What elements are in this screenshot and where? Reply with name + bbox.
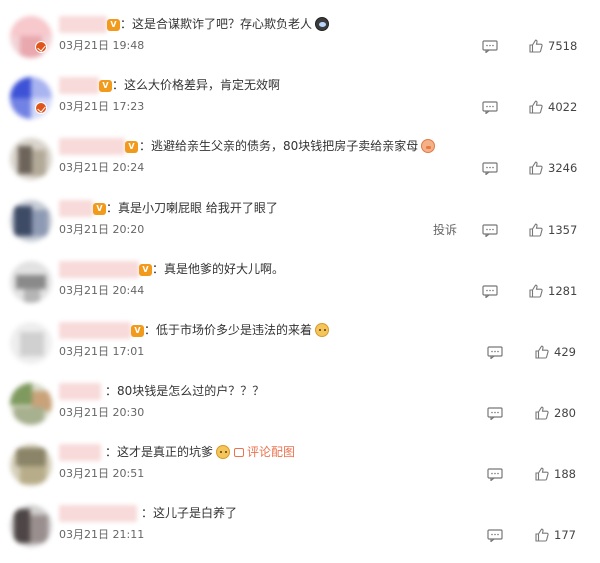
avatar[interactable]: [10, 322, 52, 364]
verified-badge-icon: [35, 41, 47, 53]
vip-badge-icon: V: [139, 264, 152, 276]
avatar[interactable]: [10, 16, 52, 58]
thumbs-up-icon: [535, 528, 549, 542]
thumbs-up-icon: [529, 39, 543, 53]
comment-item: V ：逃避给亲生父亲的债务，80块钱把房子卖给亲家母 03月21日 20:24 …: [0, 136, 600, 196]
comment-text: ：低于市场价多少是违法的来着: [144, 322, 330, 339]
comment-text: ：这么大价格差异，肯定无效啊: [112, 78, 281, 92]
comment-reply-icon[interactable]: [482, 162, 498, 175]
vip-badge-icon: V: [99, 80, 112, 92]
comment-time: 03月21日 17:23: [59, 100, 145, 113]
comment-item: V ：真是小刀喇屁眼 给我开了眼了 03月21日 20:20 投诉 1357: [0, 198, 600, 258]
verified-badge-icon: [35, 102, 47, 114]
like-button[interactable]: 4022: [529, 99, 577, 115]
comment-time: 03月21日 20:20: [59, 223, 145, 236]
like-count: 280: [554, 406, 576, 420]
comment-reply-icon[interactable]: [487, 529, 503, 542]
comment-item: V ：真是他爹的好大儿啊。 03月21日 20:44 1281: [0, 259, 600, 319]
like-button[interactable]: 1281: [529, 283, 577, 299]
username-redacted[interactable]: [59, 505, 137, 522]
comment-reply-icon[interactable]: [482, 285, 498, 298]
like-button[interactable]: 280: [535, 405, 576, 421]
dog-icon: [315, 323, 330, 337]
comment-time: 03月21日 20:51: [59, 467, 145, 480]
avatar[interactable]: [10, 200, 52, 242]
like-button[interactable]: 188: [535, 466, 576, 482]
like-button[interactable]: 7518: [529, 38, 577, 54]
like-count: 188: [554, 467, 576, 481]
comment-time: 03月21日 20:24: [59, 161, 145, 174]
comment-reply-icon[interactable]: [482, 101, 498, 114]
username-redacted[interactable]: [59, 200, 93, 217]
thumbs-up-icon: [529, 161, 543, 175]
like-count: 1281: [548, 284, 578, 298]
like-count: 1357: [548, 223, 578, 237]
like-count: 429: [554, 345, 576, 359]
comment-item: V ：低于市场价多少是违法的来着 03月21日 17:01 429: [0, 320, 600, 380]
like-count: 3246: [548, 161, 578, 175]
avatar[interactable]: [10, 505, 52, 547]
comment-item: ：这儿子是白养了 03月21日 21:11 177: [0, 503, 600, 563]
avatar[interactable]: [10, 138, 52, 180]
avatar[interactable]: [10, 261, 52, 303]
cry-icon: [315, 17, 330, 31]
like-button[interactable]: 1357: [529, 222, 577, 238]
username-redacted[interactable]: [59, 138, 125, 155]
username-redacted[interactable]: [59, 444, 101, 461]
vip-badge-icon: V: [107, 19, 120, 31]
thumbs-up-icon: [529, 284, 543, 298]
comment-text: ：真是小刀喇屁眼 给我开了眼了: [106, 201, 278, 215]
comment-text: ：这儿子是白养了: [141, 506, 238, 520]
avatar[interactable]: [10, 383, 52, 425]
comment-time: 03月21日 21:11: [59, 528, 145, 541]
vip-badge-icon: V: [131, 325, 144, 337]
comment-reply-icon[interactable]: [487, 346, 503, 359]
comment-list: V ：这是合谋欺诈了吧？存心欺负老人 03月21日 19:48 7518 V ：…: [0, 0, 600, 554]
pig-icon: [421, 139, 436, 153]
username-redacted[interactable]: [59, 383, 101, 400]
comment-text: ：这才是真正的坑爹 评论配图: [105, 445, 296, 459]
username-redacted[interactable]: [59, 261, 139, 278]
comment-reply-icon[interactable]: [487, 468, 503, 481]
like-count: 4022: [548, 100, 578, 114]
like-button[interactable]: 429: [535, 344, 576, 360]
comment-reply-icon[interactable]: [487, 407, 503, 420]
comment-time: 03月21日 20:44: [59, 284, 145, 297]
thumbs-up-icon: [535, 467, 549, 481]
comment-item: ：这才是真正的坑爹 评论配图 03月21日 20:51 188: [0, 442, 600, 502]
vip-badge-icon: V: [125, 141, 138, 153]
comment-time: 03月21日 17:01: [59, 345, 145, 358]
like-count: 177: [554, 528, 576, 542]
username-redacted[interactable]: [59, 322, 131, 339]
comment-item: V ：这么大价格差异，肯定无效啊 03月21日 17:23 4022: [0, 75, 600, 135]
avatar[interactable]: [10, 77, 52, 119]
vip-badge-icon: V: [93, 203, 106, 215]
avatar[interactable]: [10, 444, 52, 486]
like-button[interactable]: 177: [535, 527, 576, 543]
comment-item: V ：这是合谋欺诈了吧？存心欺负老人 03月21日 19:48 7518: [0, 14, 600, 74]
username-redacted[interactable]: [59, 16, 107, 33]
thumbs-up-icon: [529, 223, 543, 237]
comment-reply-icon[interactable]: [482, 40, 498, 53]
thumbs-up-icon: [529, 100, 543, 114]
comment-item: ：80块钱是怎么过的户？？？ 03月21日 20:30 280: [0, 381, 600, 441]
comment-text: ：这是合谋欺诈了吧？存心欺负老人: [120, 16, 330, 33]
image-icon: [234, 448, 245, 457]
comment-text: ：逃避给亲生父亲的债务，80块钱把房子卖给亲家母: [139, 138, 436, 155]
thumbs-up-icon: [535, 406, 549, 420]
dog-icon: [216, 445, 231, 459]
report-button[interactable]: 投诉: [433, 223, 457, 237]
comment-image-link[interactable]: 评论配图: [234, 445, 295, 459]
comment-reply-icon[interactable]: [482, 224, 498, 237]
username-redacted[interactable]: [59, 77, 99, 94]
like-button[interactable]: 3246: [529, 160, 577, 176]
like-count: 7518: [548, 39, 578, 53]
comment-text: ：80块钱是怎么过的户？？？: [105, 384, 265, 398]
thumbs-up-icon: [535, 345, 549, 359]
comment-text: ：真是他爹的好大儿啊。: [152, 262, 285, 276]
comment-time: 03月21日 20:30: [59, 406, 145, 419]
comment-time: 03月21日 19:48: [59, 39, 145, 52]
